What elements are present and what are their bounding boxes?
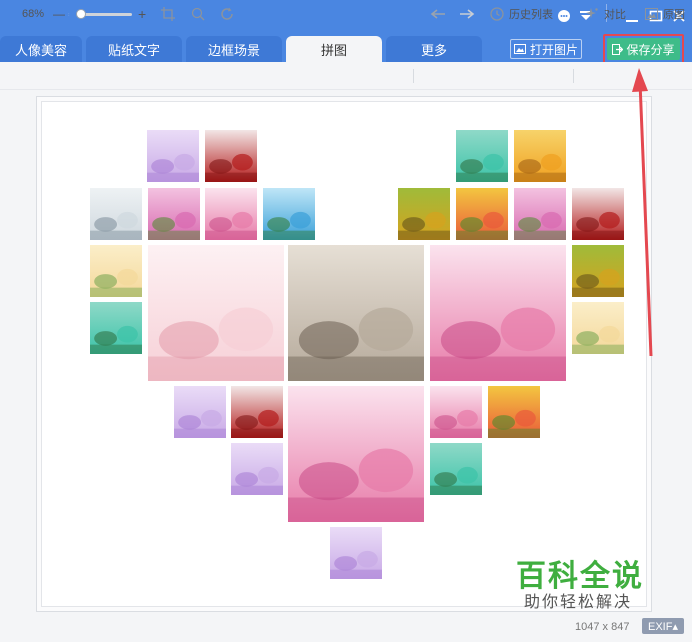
photo-family-center[interactable] — [90, 245, 142, 297]
feedback-icon[interactable] — [554, 6, 574, 26]
compare-label: 对比 — [604, 9, 626, 21]
watermark-subtitle: 助你轻松解决 — [524, 592, 633, 611]
photo-beach-sea[interactable] — [90, 188, 142, 240]
photo-family-small[interactable] — [572, 302, 624, 354]
zoom-slider[interactable] — [68, 9, 132, 19]
collage-canvas[interactable] — [41, 101, 647, 607]
photo-lake-green[interactable] — [456, 130, 508, 182]
photo-tulip-garden[interactable] — [488, 386, 540, 438]
toolbar-divider-2 — [573, 69, 574, 83]
photo-road-sepia[interactable] — [288, 245, 424, 381]
photo-tulips-purple[interactable] — [514, 188, 566, 240]
rotate-icon[interactable] — [220, 6, 234, 22]
export-icon — [612, 43, 624, 55]
zoom-percent: 68% — [22, 8, 45, 20]
photo-palm-beach[interactable] — [263, 188, 315, 240]
open-image-button[interactable]: 打开图片 — [510, 39, 582, 59]
photo-autumn-forest[interactable] — [572, 245, 624, 297]
photo-teacup-flowers[interactable] — [148, 245, 284, 381]
history-list-label: 历史列表 — [509, 9, 553, 21]
save-share-label: 保存分享 — [626, 42, 675, 57]
photo-tree-petals[interactable] — [288, 386, 424, 522]
tab-frames[interactable]: 边框场景 — [186, 36, 282, 62]
tab-collage[interactable]: 拼图 — [286, 36, 382, 62]
main-tabs: 人像美容 贴纸文字 边框场景 拼图 更多 — [0, 36, 510, 62]
photo-lavender[interactable] — [174, 386, 226, 438]
photo-red-roses-large[interactable] — [572, 188, 624, 240]
toolbar — [0, 62, 692, 90]
original-label: 原图 — [663, 9, 685, 21]
picture-icon — [645, 8, 658, 20]
zoom-fit-icon[interactable] — [191, 6, 205, 22]
tab-portrait[interactable]: 人像美容 — [0, 36, 82, 62]
redo-icon[interactable] — [459, 6, 475, 22]
zoom-slider-thumb[interactable] — [75, 9, 86, 19]
save-share-button[interactable]: 保存分享 — [607, 38, 680, 60]
undo-icon[interactable] — [430, 6, 446, 22]
photo-purple-flowers[interactable] — [330, 527, 382, 579]
photo-tulips-pink[interactable] — [148, 188, 200, 240]
photo-flower-field[interactable] — [456, 188, 508, 240]
crop-icon[interactable] — [161, 6, 175, 22]
tab-stickers[interactable]: 贴纸文字 — [86, 36, 182, 62]
zoom-out-button[interactable]: — — [53, 6, 65, 22]
photo-green-lake[interactable] — [90, 302, 142, 354]
tab-more[interactable]: 更多 — [386, 36, 482, 62]
photo-purple-flowers[interactable] — [147, 130, 199, 182]
original-button[interactable]: 原图 — [645, 6, 685, 22]
history-list-button[interactable]: 历史列表 — [490, 6, 553, 22]
sparkle-icon — [586, 8, 598, 18]
photo-lilac[interactable] — [231, 443, 283, 495]
photo-lake-bottom[interactable] — [430, 443, 482, 495]
photo-rose-bunch[interactable] — [231, 386, 283, 438]
toolbar-divider — [413, 69, 414, 83]
zoom-in-button[interactable]: + — [138, 6, 146, 22]
photo-pink-field[interactable] — [430, 245, 566, 381]
photo-pink-sea-flowers[interactable] — [430, 386, 482, 438]
photo-autumn-tree[interactable] — [514, 130, 566, 182]
image-dimensions: 1047 x 847 — [575, 621, 630, 633]
compare-button[interactable]: 对比 — [585, 6, 626, 22]
photo-pink-petals[interactable] — [205, 188, 257, 240]
exif-button[interactable]: EXIF▴ — [642, 618, 684, 634]
photo-red-roses-small[interactable] — [205, 130, 257, 182]
image-icon — [513, 44, 526, 54]
clock-icon — [490, 7, 504, 21]
open-image-label: 打开图片 — [529, 42, 578, 57]
photo-autumn-woods[interactable] — [398, 188, 450, 240]
